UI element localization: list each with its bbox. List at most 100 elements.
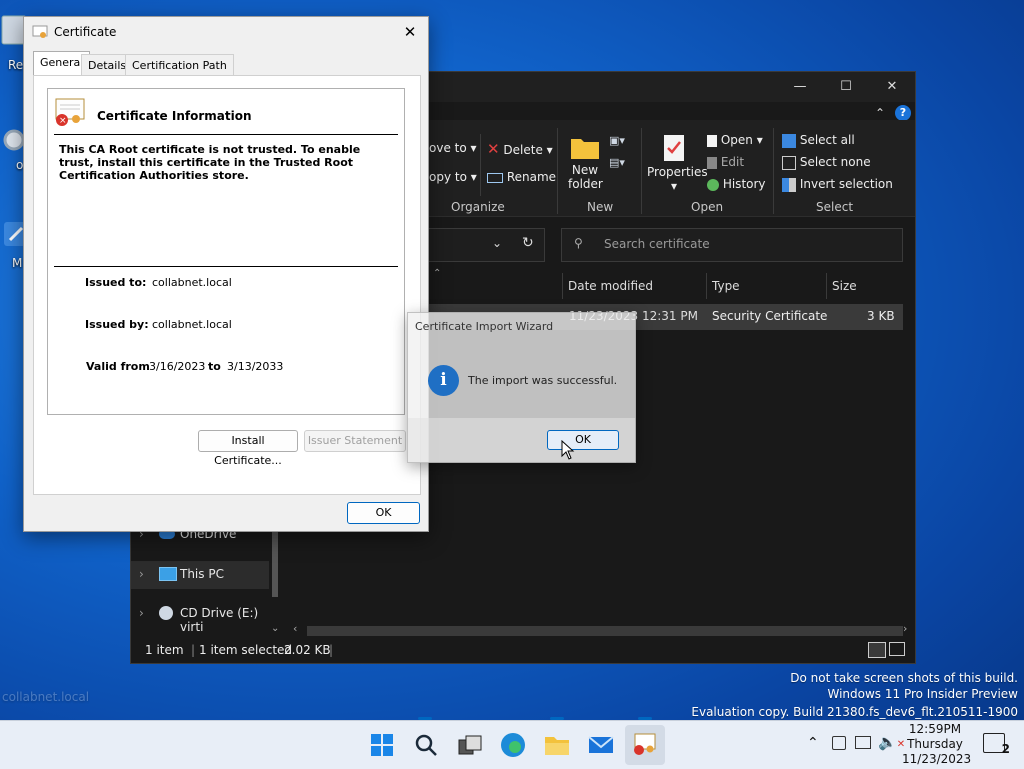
chevron-right-icon: ›: [139, 606, 144, 620]
new-folder-button[interactable]: New folder: [568, 134, 603, 191]
new-item-icon[interactable]: ▣▾: [609, 134, 629, 148]
open-button[interactable]: Open ▾: [707, 133, 763, 147]
invert-selection-button[interactable]: Invert selection: [782, 177, 893, 192]
properties-button[interactable]: Properties ▾: [647, 134, 708, 193]
rename-label: Rename: [506, 170, 557, 184]
select-none-button[interactable]: Select none: [782, 155, 871, 170]
properties-label: Properties: [647, 165, 708, 179]
maximize-button[interactable]: ☐: [823, 72, 869, 102]
clock-day: Thursday: [907, 737, 963, 751]
nav-label: CD Drive (E:) virti: [180, 606, 259, 634]
select-all-icon: [782, 133, 796, 148]
file-size: 3 KB: [867, 309, 895, 323]
history-button[interactable]: History: [707, 177, 766, 191]
meet-now-icon[interactable]: [832, 736, 846, 750]
valid-from-label: Valid from: [86, 360, 150, 373]
scroll-right-icon[interactable]: ›: [903, 622, 907, 635]
details-divider: [54, 266, 398, 267]
close-icon[interactable]: ✕: [398, 21, 422, 43]
column-date-modified[interactable]: Date modified: [568, 273, 653, 299]
column-type[interactable]: Type: [712, 273, 740, 299]
start-icon[interactable]: [368, 731, 396, 759]
minimize-button[interactable]: —: [777, 72, 823, 102]
watermark-line-3: Evaluation copy. Build 21380.fs_dev6_flt…: [691, 705, 1018, 719]
history-label: History: [722, 177, 766, 191]
ribbon-group-new: New: [587, 200, 614, 214]
nav-scroll-down-icon[interactable]: ⌄: [271, 623, 279, 634]
watermark-line-1: Do not take screen shots of this build.: [790, 671, 1018, 685]
nav-item-cd-drive[interactable]: › CD Drive (E:) virti: [131, 601, 281, 634]
easy-access-icon[interactable]: ▤▾: [609, 156, 629, 170]
edit-icon: [707, 156, 717, 169]
rename-button[interactable]: Rename: [487, 170, 556, 184]
search-box[interactable]: ⚲ Search certificate: [561, 228, 903, 262]
computer-icon: [159, 567, 177, 581]
notification-center-icon[interactable]: 2: [983, 733, 1010, 756]
certificate-ok-button[interactable]: OK: [347, 502, 420, 524]
wizard-message: The import was successful.: [468, 374, 618, 387]
heading-divider: [54, 134, 398, 135]
details-view-icon[interactable]: [868, 642, 886, 658]
ribbon-separator: [773, 128, 774, 214]
ribbon-separator: [557, 128, 558, 214]
desktop-icon-label: M: [12, 256, 23, 270]
certificate-info-box: × Certificate Information This CA Root c…: [47, 88, 405, 415]
new-folder-label-2: folder: [568, 177, 603, 191]
ribbon-collapse-icon[interactable]: ⌃: [875, 106, 885, 120]
network-icon[interactable]: [855, 736, 871, 749]
active-app-indicator: [550, 717, 564, 720]
column-size[interactable]: Size: [832, 273, 857, 299]
move-to-button[interactable]: ove to ▾: [429, 141, 477, 155]
new-folder-label-1: New: [571, 163, 599, 177]
status-bar: 1 item | 1 item selected 2.02 KB |: [131, 637, 915, 663]
issuer-statement-button: Issuer Statement: [304, 430, 406, 452]
address-dropdown-icon[interactable]: ⌄: [492, 236, 502, 250]
mail-icon[interactable]: [587, 731, 615, 759]
tab-certification-path[interactable]: Certification Path: [125, 54, 234, 76]
help-icon[interactable]: ?: [895, 105, 911, 121]
status-selected: 1 item selected: [199, 643, 293, 657]
rename-icon: [487, 172, 503, 183]
horizontal-scrollbar[interactable]: [307, 626, 903, 636]
edit-label: Edit: [720, 155, 745, 169]
desktop-icon-label: Re: [8, 58, 24, 72]
edge-browser-icon[interactable]: [499, 731, 527, 759]
refresh-icon[interactable]: ↻: [522, 235, 534, 251]
notification-count: 2: [1001, 742, 1010, 756]
watermark-line-2: Windows 11 Pro Insider Preview: [827, 687, 1018, 701]
status-size: 2.02 KB: [284, 643, 331, 657]
edit-button[interactable]: Edit: [707, 155, 744, 169]
install-certificate-button[interactable]: Install Certificate...: [198, 430, 298, 467]
close-button[interactable]: ✕: [869, 72, 915, 102]
import-wizard-dialog: Certificate Import Wizard i The import w…: [407, 312, 636, 463]
file-type: Security Certificate: [712, 309, 828, 323]
search-icon: ⚲: [574, 236, 583, 250]
invert-selection-icon: [782, 177, 796, 192]
copy-to-button[interactable]: opy to ▾: [429, 170, 477, 184]
nav-scrollbar[interactable]: [272, 527, 278, 597]
issued-to-label: Issued to:: [85, 276, 147, 289]
wizard-ok-button[interactable]: OK: [547, 430, 619, 450]
scroll-left-icon[interactable]: ‹: [293, 622, 297, 635]
valid-from-value: 3/16/2023: [149, 360, 206, 373]
file-explorer-icon[interactable]: [543, 731, 571, 759]
search-icon[interactable]: [412, 731, 440, 759]
faded-desktop-text: collabnet.local: [2, 690, 90, 704]
tiles-view-icon[interactable]: [889, 642, 905, 656]
nav-item-this-pc[interactable]: › This PC: [131, 561, 269, 589]
select-all-button[interactable]: Select all: [782, 133, 855, 148]
issued-by-label: Issued by:: [85, 318, 149, 331]
certificate-app-button[interactable]: [625, 725, 665, 765]
delete-icon: ✕: [487, 140, 500, 158]
delete-button[interactable]: ✕ Delete ▾: [487, 140, 553, 158]
move-to-label: ove to: [429, 141, 467, 155]
task-view-icon[interactable]: [456, 731, 484, 759]
certificate-info-heading: Certificate Information: [97, 109, 252, 123]
clock-date: 11/23/2023: [902, 752, 972, 766]
wizard-title: Certificate Import Wizard: [415, 320, 554, 333]
show-hidden-icons-icon[interactable]: ⌃: [807, 735, 819, 751]
status-separator: |: [191, 643, 196, 657]
clock[interactable]: 12:59PM Thursday 11/23/2023: [902, 722, 972, 767]
svg-text:×: ×: [59, 116, 67, 126]
delete-label: Delete: [503, 143, 543, 157]
